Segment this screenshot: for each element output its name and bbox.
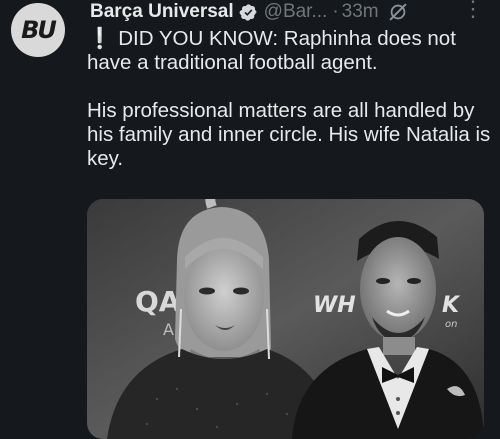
- backdrop-text-right-2: K: [442, 293, 461, 318]
- author-name[interactable]: Barça Universal: [90, 1, 234, 23]
- tweet-timestamp[interactable]: 33m: [342, 1, 379, 23]
- grok-icon[interactable]: [387, 1, 409, 23]
- backdrop-text-left-2: A: [163, 320, 174, 339]
- tweet-paragraph-2: His professional matters are all handled…: [87, 99, 491, 170]
- tweet-line-1: DID YOU KNOW: Raphinha does not have a t…: [87, 27, 456, 74]
- tweet-header: Barça Universal @Bar... · 33m: [90, 0, 492, 24]
- backdrop-text-right-3: on: [445, 319, 457, 330]
- author-avatar[interactable]: BU: [11, 3, 65, 57]
- tweet-paragraph-1: ❕ DID YOU KNOW: Raphinha does not have a…: [87, 27, 492, 75]
- photo-illustration: QA A WH K on: [87, 199, 484, 439]
- separator-dot: ·: [332, 1, 339, 22]
- verified-badge-icon: [239, 3, 257, 21]
- tweet-photo[interactable]: QA A WH K on: [87, 199, 484, 439]
- tweet-text: ❕ DID YOU KNOW: Raphinha does not have a…: [87, 27, 492, 171]
- exclamation-emoji: ❕: [87, 27, 113, 50]
- more-options-icon[interactable]: ⋮: [462, 0, 484, 20]
- avatar-logo-text: BU: [21, 16, 57, 44]
- backdrop-text-right: WH: [313, 293, 356, 318]
- author-handle[interactable]: @Bar...: [264, 1, 328, 23]
- backdrop-text-left: QA: [135, 285, 181, 318]
